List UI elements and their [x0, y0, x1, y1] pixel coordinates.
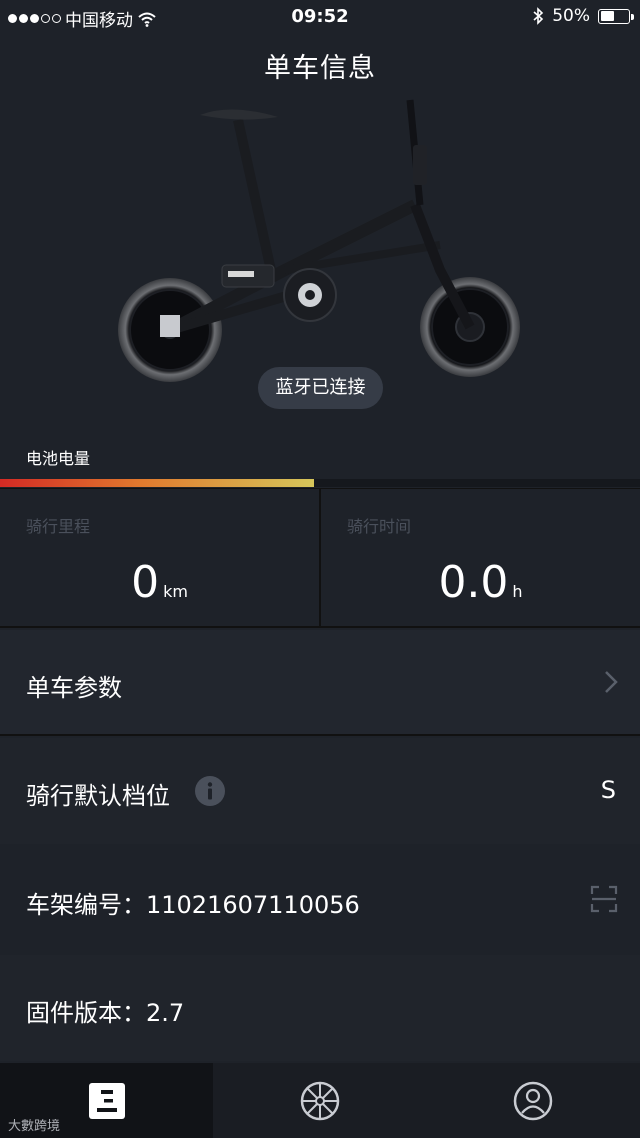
battery-level-bar	[0, 479, 640, 487]
status-right: 50%	[532, 6, 634, 26]
distance-value-group: 0 km	[0, 557, 319, 608]
time-label: 骑行时间	[347, 517, 412, 536]
firmware-label: 固件版本：2.7	[26, 999, 185, 1027]
status-bar: 中国移动 09:52 50%	[0, 0, 640, 34]
frame-number-label: 车架编号：11021607110056	[26, 891, 360, 919]
bike-params-row[interactable]: 单车参数	[0, 630, 640, 736]
bluetooth-status-badge: 蓝牙已连接	[258, 367, 383, 409]
bike-image	[118, 99, 520, 382]
battery-level-fill	[0, 479, 314, 487]
time-stat: 骑行时间 0.0 h	[319, 489, 640, 626]
document-icon	[88, 1082, 125, 1119]
ride-stats: 骑行里程 0 km 骑行时间 0.0 h	[0, 488, 640, 628]
distance-unit: km	[163, 582, 188, 601]
info-icon[interactable]	[194, 775, 226, 807]
default-gear-label: 骑行默认档位	[26, 782, 170, 810]
default-gear-value: S	[600, 776, 616, 804]
time-unit: h	[512, 582, 523, 601]
tab-bar	[0, 1063, 640, 1138]
frame-number-row: 车架编号：11021607110056	[0, 847, 640, 953]
battery-label: 电池电量	[26, 449, 91, 468]
profile-icon	[514, 1081, 553, 1120]
default-gear-row[interactable]: 骑行默认档位 S	[0, 738, 640, 844]
time-value-group: 0.0 h	[321, 557, 640, 608]
bluetooth-icon	[533, 7, 544, 25]
tab-profile[interactable]	[427, 1063, 640, 1138]
battery-icon	[598, 8, 634, 24]
tab-ride[interactable]	[213, 1063, 426, 1138]
page-title: 单车信息	[264, 53, 376, 84]
distance-value: 0	[131, 557, 160, 608]
wheel-icon	[300, 1081, 340, 1120]
time-value: 0.0	[438, 557, 509, 608]
chevron-right-icon	[605, 671, 618, 693]
bike-params-label: 单车参数	[26, 674, 122, 702]
battery-percent: 50%	[552, 6, 590, 26]
watermark: 大數跨境	[8, 1119, 61, 1134]
scan-icon[interactable]	[590, 885, 618, 913]
distance-label: 骑行里程	[26, 517, 91, 536]
firmware-row: 固件版本：2.7	[0, 955, 640, 1061]
battery-fill	[600, 11, 614, 21]
distance-stat: 骑行里程 0 km	[0, 489, 319, 626]
